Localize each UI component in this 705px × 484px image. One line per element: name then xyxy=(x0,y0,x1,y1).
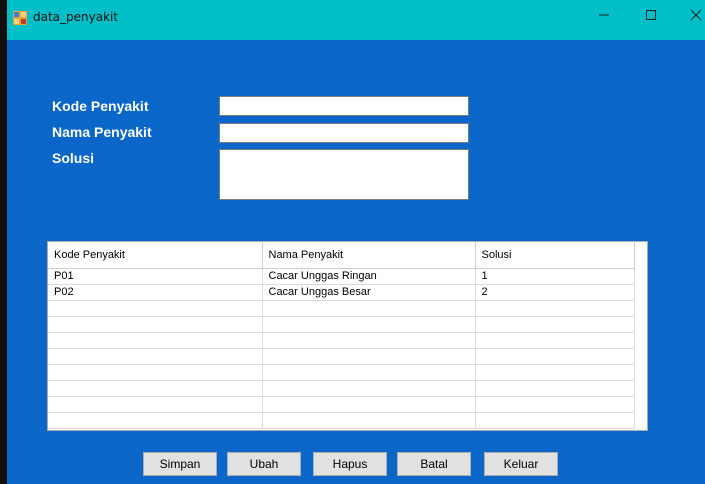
title-bar[interactable]: data_penyakit xyxy=(7,0,705,40)
cell-nama[interactable] xyxy=(262,348,476,365)
cell-solusi[interactable] xyxy=(475,364,635,381)
cell-nama[interactable] xyxy=(262,332,476,349)
table-row[interactable] xyxy=(48,396,635,413)
cell-nama[interactable] xyxy=(262,364,476,381)
nama-penyakit-label: Nama Penyakit xyxy=(52,124,152,140)
cell-kode[interactable] xyxy=(48,300,263,317)
ubah-button[interactable]: Ubah xyxy=(227,452,301,476)
maximize-icon xyxy=(646,10,656,20)
maximize-button[interactable] xyxy=(628,0,674,30)
cell-kode[interactable]: P01 xyxy=(48,268,263,285)
table-row[interactable] xyxy=(48,364,635,381)
cell-kode[interactable] xyxy=(48,364,263,381)
table-row[interactable]: P02 Cacar Unggas Besar 2 xyxy=(48,284,635,301)
cell-nama[interactable] xyxy=(262,380,476,397)
cell-solusi[interactable]: 1 xyxy=(475,268,635,285)
table-row[interactable] xyxy=(48,380,635,397)
column-header-kode-penyakit[interactable]: Kode Penyakit xyxy=(48,242,263,269)
cell-solusi[interactable] xyxy=(475,332,635,349)
solusi-label: Solusi xyxy=(52,150,95,166)
cell-kode[interactable] xyxy=(48,332,263,349)
cell-nama[interactable]: Cacar Unggas Besar xyxy=(262,284,476,301)
table-row[interactable] xyxy=(48,348,635,365)
cell-nama[interactable]: Cacar Unggas Ringan xyxy=(262,268,476,285)
minimize-icon xyxy=(599,14,609,16)
grid-header-row: Kode Penyakit Nama Penyakit Solusi xyxy=(48,242,635,269)
kode-penyakit-input[interactable] xyxy=(219,96,469,116)
table-row[interactable] xyxy=(48,316,635,333)
cell-solusi[interactable] xyxy=(475,396,635,413)
cell-solusi[interactable]: 2 xyxy=(475,284,635,301)
cell-kode[interactable]: P02 xyxy=(48,284,263,301)
cell-kode[interactable] xyxy=(48,380,263,397)
cell-solusi[interactable] xyxy=(475,348,635,365)
cell-nama[interactable] xyxy=(262,316,476,333)
minimize-button[interactable] xyxy=(581,0,627,30)
table-row[interactable] xyxy=(48,300,635,317)
cell-solusi[interactable] xyxy=(475,316,635,333)
cell-kode[interactable] xyxy=(48,348,263,365)
cell-nama[interactable] xyxy=(262,396,476,413)
window-title: data_penyakit xyxy=(33,10,119,24)
app-window: data_penyakit Kode Penyakit Nama Penyaki… xyxy=(0,0,705,484)
cell-kode[interactable] xyxy=(48,412,263,429)
cell-nama[interactable] xyxy=(262,412,476,429)
close-button[interactable] xyxy=(673,0,705,30)
close-icon xyxy=(690,9,702,21)
column-header-nama-penyakit[interactable]: Nama Penyakit xyxy=(262,242,476,269)
keluar-button[interactable]: Keluar xyxy=(484,452,558,476)
table-row[interactable] xyxy=(48,332,635,349)
cell-solusi[interactable] xyxy=(475,412,635,429)
penyakit-data-grid[interactable]: Kode Penyakit Nama Penyakit Solusi P01 C… xyxy=(47,241,648,431)
solusi-textarea[interactable] xyxy=(219,149,469,200)
cell-solusi[interactable] xyxy=(475,380,635,397)
simpan-button[interactable]: Simpan xyxy=(143,452,217,476)
cell-kode[interactable] xyxy=(48,316,263,333)
table-row[interactable] xyxy=(48,412,635,429)
batal-button[interactable]: Batal xyxy=(397,452,471,476)
nama-penyakit-input[interactable] xyxy=(219,123,469,143)
cell-kode[interactable] xyxy=(48,396,263,413)
column-header-solusi[interactable]: Solusi xyxy=(475,242,635,269)
cell-nama[interactable] xyxy=(262,300,476,317)
kode-penyakit-label: Kode Penyakit xyxy=(52,98,149,114)
table-row[interactable]: P01 Cacar Unggas Ringan 1 xyxy=(48,268,635,285)
cell-solusi[interactable] xyxy=(475,300,635,317)
app-form-icon xyxy=(13,11,27,25)
hapus-button[interactable]: Hapus xyxy=(313,452,387,476)
